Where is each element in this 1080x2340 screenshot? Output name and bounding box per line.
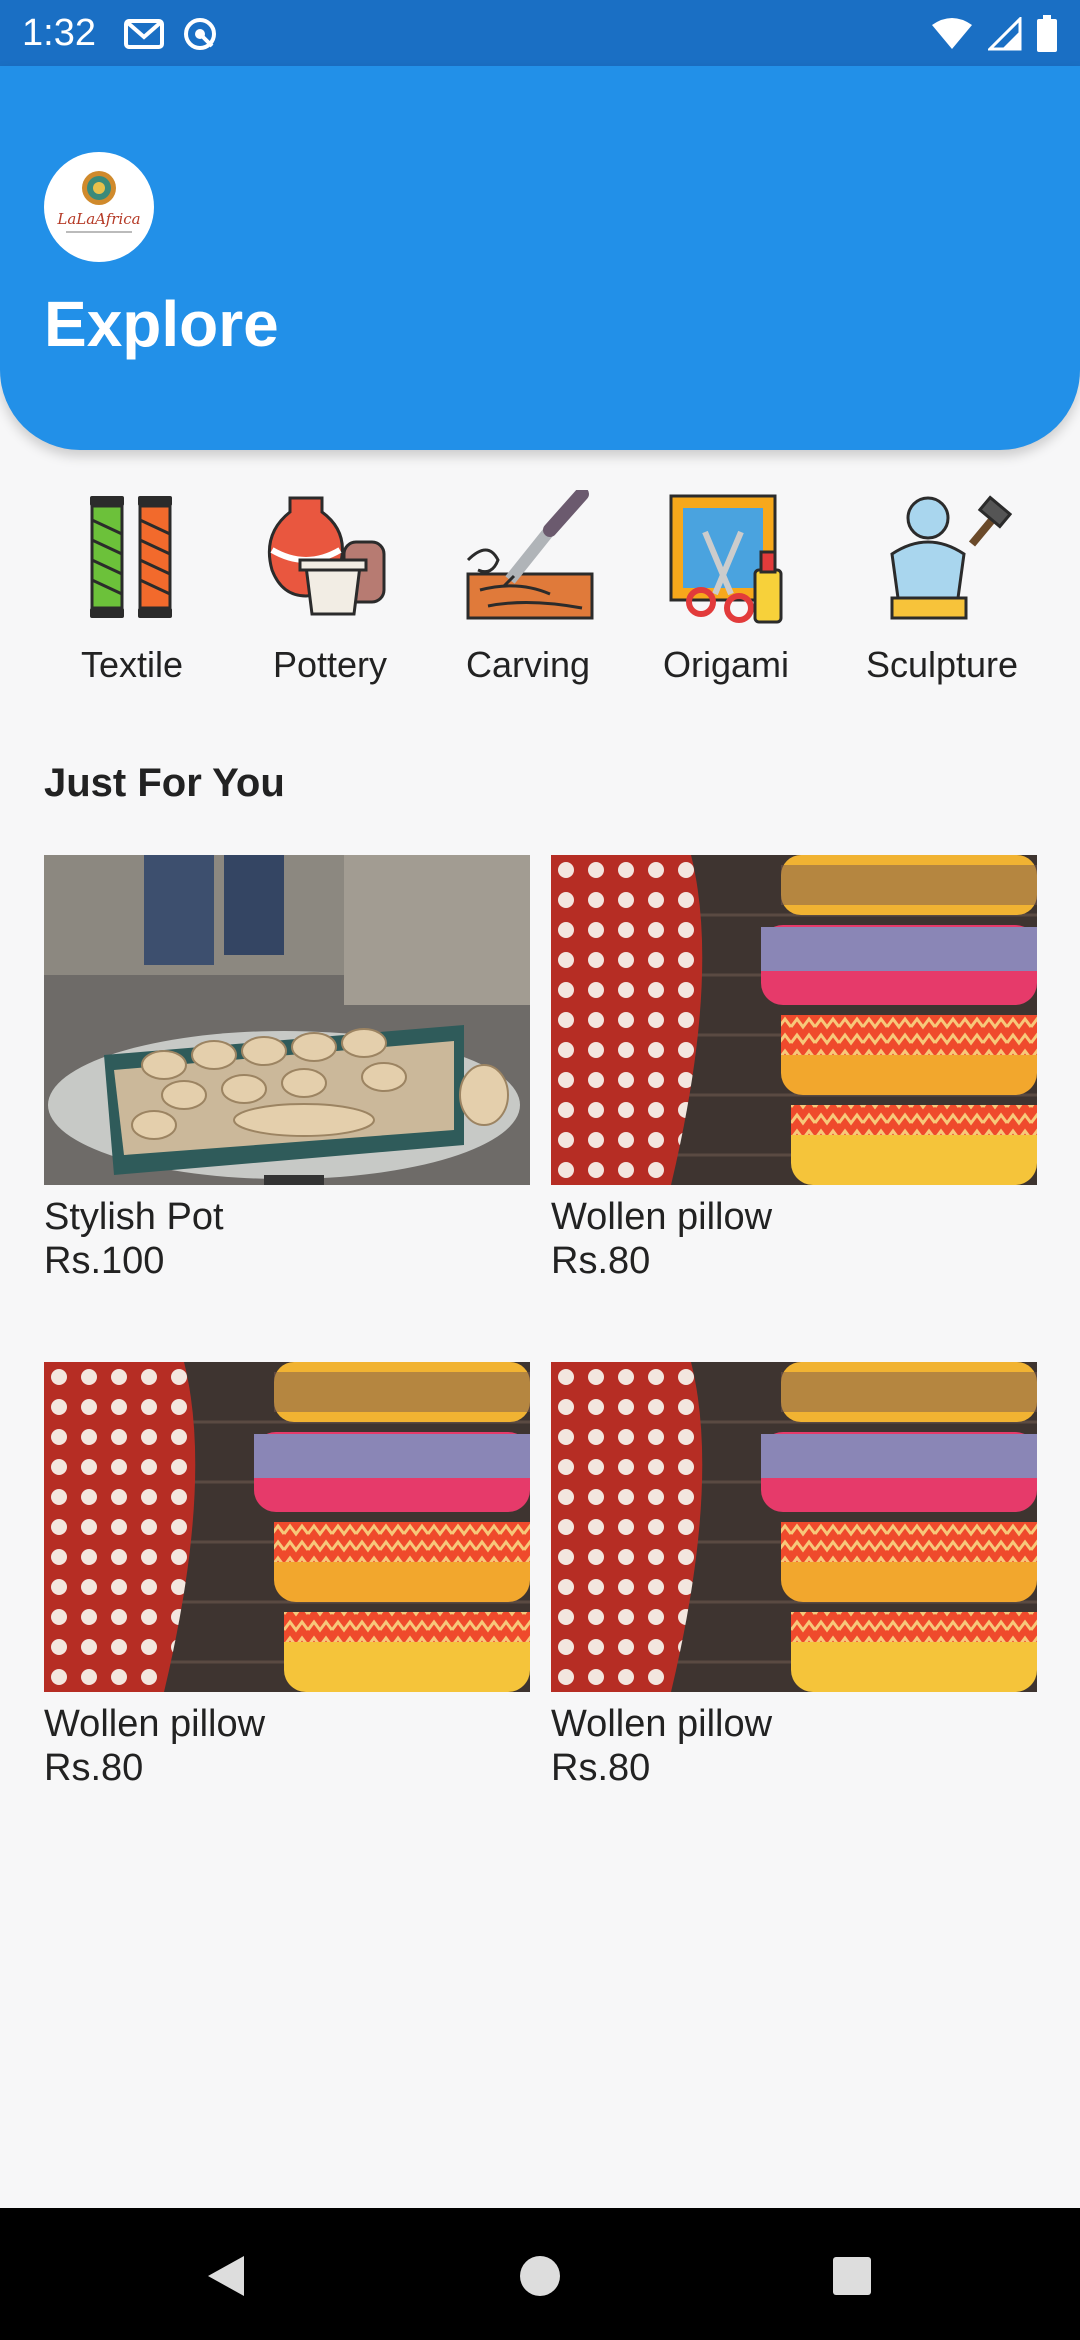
section-title-just-for-you: Just For You <box>44 761 285 805</box>
category-label-sculpture: Sculpture <box>865 644 1019 685</box>
cell-signal-icon <box>988 17 1022 51</box>
category-label-origami: Origami <box>662 644 790 685</box>
product-image-pottery[interactable] <box>44 855 530 1185</box>
pillow-photo <box>44 1362 530 1692</box>
category-textile[interactable]: Textile <box>32 490 232 700</box>
product-card[interactable]: Wollen pillow Rs.80 <box>551 1362 1037 1790</box>
sculpture-bust-icon <box>890 495 1012 620</box>
product-card[interactable]: Stylish Pot Rs.100 <box>44 855 530 1283</box>
origami-scissors-icon <box>669 494 783 624</box>
battery-icon <box>1037 15 1057 52</box>
pottery-photo <box>44 855 530 1185</box>
product-image-pillow[interactable] <box>44 1362 530 1692</box>
category-pottery[interactable]: Pottery <box>230 490 430 700</box>
back-icon[interactable] <box>204 2254 248 2298</box>
thread-spools-icon <box>90 496 172 618</box>
product-image-pillow[interactable] <box>551 1362 1037 1692</box>
gmail-notification-icon <box>124 19 164 49</box>
lalaafrica-logo-icon: LaLaAfrica <box>56 171 141 233</box>
product-price: Rs.80 <box>551 1240 651 1282</box>
app-logo[interactable]: LaLaAfrica <box>44 152 154 262</box>
svg-text:LaLaAfrica: LaLaAfrica <box>56 210 140 228</box>
status-time: 1:32 <box>22 12 96 54</box>
category-origami[interactable]: Origami <box>626 490 826 700</box>
status-bar: 1:32 <box>0 0 1080 66</box>
product-price: Rs.80 <box>551 1747 651 1789</box>
product-card[interactable]: Wollen pillow Rs.80 <box>551 855 1037 1283</box>
product-name: Wollen pillow <box>44 1703 266 1745</box>
product-price: Rs.100 <box>44 1240 165 1282</box>
recents-icon[interactable] <box>830 2254 874 2298</box>
pillow-photo <box>551 1362 1037 1692</box>
product-price: Rs.80 <box>44 1747 144 1789</box>
category-sculpture[interactable]: Sculpture <box>842 490 1042 700</box>
product-card[interactable]: Wollen pillow Rs.80 <box>44 1362 530 1790</box>
explore-header: LaLaAfrica Explore <box>0 66 1080 450</box>
home-icon[interactable] <box>518 2254 562 2298</box>
product-image-pillow[interactable] <box>551 855 1037 1185</box>
product-name: Wollen pillow <box>551 1196 773 1238</box>
pillow-photo <box>551 855 1037 1185</box>
product-name: Wollen pillow <box>551 1703 773 1745</box>
product-name: Stylish Pot <box>44 1196 224 1238</box>
category-label-pottery: Pottery <box>272 644 388 685</box>
category-label-carving: Carving <box>465 644 591 685</box>
category-row: Textile Pottery Carving Origami Sculptur… <box>0 490 1080 700</box>
pottery-icon <box>267 496 386 616</box>
category-label-textile: Textile <box>80 644 184 685</box>
wood-carving-icon <box>466 490 594 620</box>
page-title: Explore <box>44 288 279 360</box>
system-nav-bar <box>0 2208 1080 2340</box>
category-carving[interactable]: Carving <box>428 490 628 700</box>
sync-notification-icon <box>184 18 216 50</box>
wifi-icon <box>932 18 972 49</box>
